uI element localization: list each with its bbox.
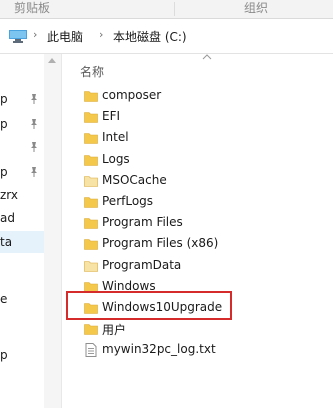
breadcrumb-local-disk-c[interactable]: 本地磁盘 (C:): [113, 28, 187, 45]
pin-icon[interactable]: [28, 166, 40, 178]
file-name: Program Files (x86): [102, 236, 219, 251]
folder-icon: [84, 218, 98, 229]
navigation-pane: p p p zrx ad ta e p: [0, 54, 44, 408]
file-name: composer: [102, 88, 162, 102]
file-name: ProgramData: [102, 257, 182, 272]
folder-icon: [84, 112, 98, 123]
file-list-item[interactable]: Program Files (x86): [80, 234, 310, 255]
this-pc-icon: [9, 30, 27, 43]
file-list-item[interactable]: 用户: [80, 319, 310, 340]
annotation-highlight-box: [66, 291, 232, 320]
column-header-name[interactable]: 名称: [80, 63, 104, 80]
folder-icon: [84, 197, 98, 208]
file-list-item[interactable]: ProgramData: [80, 256, 310, 277]
breadcrumb-this-pc[interactable]: 此电脑: [47, 28, 83, 45]
nav-item-label: e: [0, 292, 8, 306]
folder-icon: [84, 133, 98, 145]
ribbon-group-clipboard: 剪贴板: [14, 1, 51, 15]
file-list-item[interactable]: Program Files: [80, 213, 310, 234]
file-list-item[interactable]: mywin32pc_log.txt: [80, 340, 310, 361]
file-name: Logs: [102, 151, 130, 166]
breadcrumb-chevron-icon: ›: [33, 28, 38, 41]
pin-icon[interactable]: [28, 118, 40, 130]
folder-icon: [84, 324, 98, 335]
nav-item-selected[interactable]: ta: [0, 231, 44, 253]
file-list-item[interactable]: composer: [80, 86, 310, 107]
nav-item[interactable]: e: [0, 288, 44, 310]
nav-item-label: p: [0, 117, 8, 131]
file-list-item[interactable]: EFI: [80, 107, 310, 128]
file-list-item[interactable]: PerfLogs: [80, 192, 310, 213]
file-list-item[interactable]: MSOCache: [80, 171, 310, 192]
ribbon-group-strip: 剪贴板 组织: [0, 0, 333, 19]
address-bar[interactable]: › 此电脑 › 本地磁盘 (C:): [0, 19, 333, 54]
nav-pane-scrollbar[interactable]: [44, 54, 62, 408]
pin-icon[interactable]: [28, 141, 40, 153]
folder-icon: [84, 154, 98, 166]
nav-item-label: p: [0, 92, 8, 106]
file-name: 用户: [102, 323, 127, 338]
nav-item[interactable]: p: [0, 113, 44, 135]
text-file-icon: [85, 343, 97, 358]
file-name: PerfLogs: [102, 194, 154, 208]
file-name: MSOCache: [102, 172, 167, 187]
pin-icon[interactable]: [28, 93, 40, 105]
file-name: EFI: [102, 109, 121, 124]
sort-chevron-up-icon: [202, 54, 212, 60]
nav-item-label: zrx: [0, 188, 19, 202]
breadcrumb-chevron-icon: ›: [99, 28, 104, 41]
nav-item-label: ad: [0, 211, 15, 225]
nav-item[interactable]: p: [0, 161, 44, 183]
nav-item-label: p: [0, 165, 8, 179]
nav-item[interactable]: ad: [0, 207, 44, 229]
folder-icon: [84, 91, 98, 102]
file-list-pane: 名称 composer EFI Intel Logs MSOCache PerfLogs P…: [62, 54, 333, 408]
file-list-item[interactable]: Intel: [80, 128, 310, 149]
nav-item[interactable]: p: [0, 344, 44, 366]
nav-item-label: ta: [0, 235, 13, 249]
file-list-item[interactable]: Logs: [80, 150, 310, 171]
nav-item[interactable]: [0, 136, 44, 158]
nav-item[interactable]: p: [0, 88, 44, 110]
ribbon-separator: [174, 2, 175, 16]
ribbon-group-organize: 组织: [244, 1, 269, 15]
scroll-up-arrow-icon[interactable]: [48, 58, 56, 63]
hidden-folder-icon: [84, 175, 98, 187]
folder-icon: [84, 239, 98, 251]
nav-item-label: p: [0, 348, 8, 362]
nav-item[interactable]: zrx: [0, 184, 44, 206]
file-name: mywin32pc_log.txt: [102, 342, 216, 357]
hidden-folder-icon: [84, 260, 98, 272]
file-name: Intel: [102, 130, 129, 145]
file-name: Program Files: [102, 215, 183, 230]
